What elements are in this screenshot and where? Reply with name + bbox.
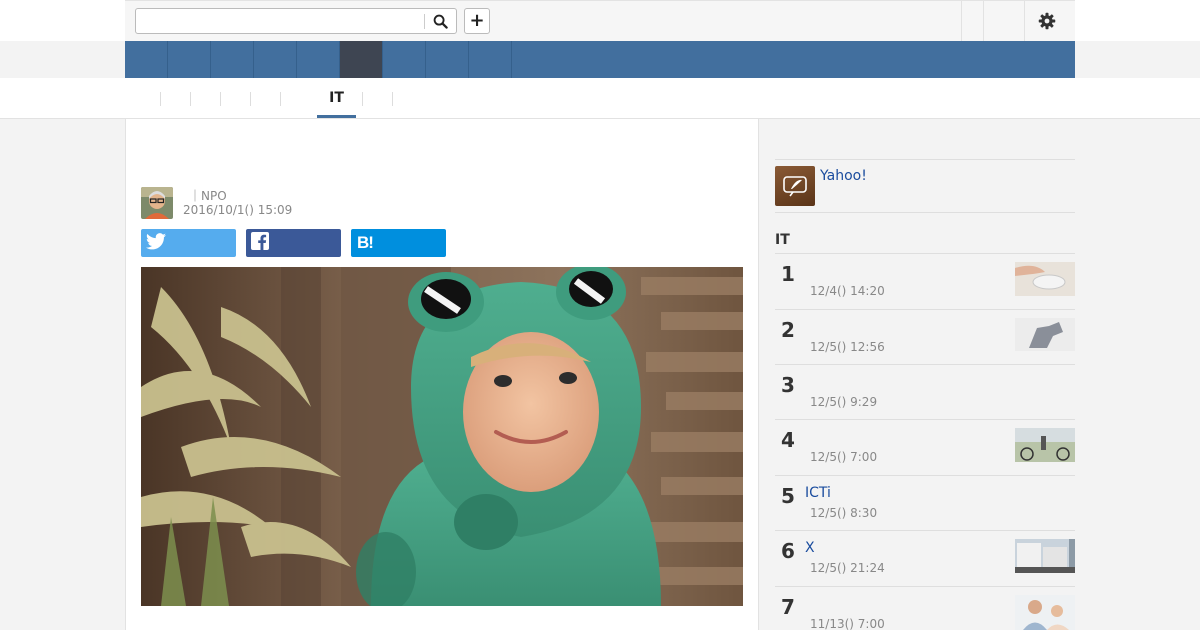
- rank-thumbnail[interactable]: [1015, 262, 1075, 296]
- author-avatar[interactable]: [141, 187, 173, 219]
- nav-item[interactable]: [297, 41, 340, 78]
- nav-item[interactable]: [125, 41, 168, 78]
- nav-item[interactable]: [383, 41, 426, 78]
- rank-thumbnail[interactable]: [1015, 539, 1075, 573]
- rank-date: 12/5() 8:30: [810, 506, 878, 520]
- rank-number: 5: [781, 484, 795, 508]
- rank-number: 6: [781, 539, 795, 563]
- rank-number: 4: [781, 428, 795, 452]
- author-name[interactable]: ｜NPO: [189, 187, 227, 204]
- rank-date: 12/5() 21:24: [810, 561, 885, 575]
- sub-nav-divider: [280, 92, 281, 106]
- sub-nav-divider: [190, 92, 191, 106]
- search-divider: [424, 14, 425, 29]
- tab-it[interactable]: IT: [317, 90, 356, 108]
- rank-date: 12/5() 9:29: [810, 395, 878, 409]
- rank-title[interactable]: X: [805, 540, 815, 556]
- ranking-divider: [775, 309, 1075, 310]
- publish-date: 2016/10/1() 15:09: [183, 203, 293, 217]
- nav-item[interactable]: [168, 41, 211, 78]
- facebook-icon: [251, 232, 269, 254]
- sub-nav-divider: [250, 92, 251, 106]
- sub-nav: [0, 78, 1200, 119]
- promo-link[interactable]: Yahoo!: [820, 168, 867, 184]
- rank-date: 12/4() 14:20: [810, 284, 885, 298]
- twitter-share-button[interactable]: [141, 229, 236, 257]
- sub-nav-divider: [160, 92, 161, 106]
- nav-item[interactable]: [254, 41, 297, 78]
- top-bar-inner: +: [125, 0, 1075, 41]
- ranking-divider: [775, 530, 1075, 531]
- category-nav: [125, 41, 1075, 78]
- nav-item[interactable]: [469, 41, 512, 78]
- sub-nav-divider: [220, 92, 221, 106]
- twitter-icon: [146, 232, 166, 254]
- ranking-divider: [775, 586, 1075, 587]
- sidebar-divider: [775, 212, 1075, 213]
- sidebar-divider: [775, 159, 1075, 160]
- rank-date: 12/5() 7:00: [810, 450, 878, 464]
- rank-number: 7: [781, 595, 795, 619]
- nav-item-active[interactable]: [340, 41, 383, 78]
- toolbar-divider: [1024, 1, 1025, 41]
- search-icon[interactable]: [430, 12, 450, 30]
- top-bar: +: [0, 0, 1200, 41]
- rank-thumbnail[interactable]: [1015, 318, 1075, 351]
- nav-item[interactable]: [211, 41, 254, 78]
- rank-date: 12/5() 12:56: [810, 340, 885, 354]
- article-headline: [141, 136, 741, 176]
- sub-nav-divider: [392, 92, 393, 106]
- ranking-divider: [775, 253, 1075, 254]
- rank-title[interactable]: ICTi: [805, 485, 831, 501]
- facebook-share-button[interactable]: [246, 229, 341, 257]
- ranking-heading: IT: [775, 232, 790, 248]
- rank-thumbnail[interactable]: [1015, 428, 1075, 462]
- toolbar-divider: [983, 1, 984, 41]
- quill-icon[interactable]: [775, 166, 815, 206]
- ranking-divider: [775, 475, 1075, 476]
- article-hero-image: [141, 267, 743, 606]
- hatena-bookmark-icon: B!: [357, 233, 374, 252]
- search-input[interactable]: [140, 12, 420, 30]
- sub-nav-divider: [362, 92, 363, 106]
- hatena-bookmark-button[interactable]: B!: [351, 229, 446, 257]
- ranking-divider: [775, 364, 1075, 365]
- gear-icon[interactable]: [1036, 10, 1058, 32]
- rank-number: 2: [781, 318, 795, 342]
- rank-thumbnail[interactable]: [1015, 595, 1075, 630]
- add-button[interactable]: +: [464, 8, 490, 34]
- nav-item[interactable]: [426, 41, 469, 78]
- rank-number: 1: [781, 262, 795, 286]
- ranking-divider: [775, 419, 1075, 420]
- toolbar-divider: [961, 1, 962, 41]
- search-box[interactable]: [135, 8, 457, 34]
- rank-number: 3: [781, 373, 795, 397]
- rank-date: 11/13() 7:00: [810, 617, 885, 630]
